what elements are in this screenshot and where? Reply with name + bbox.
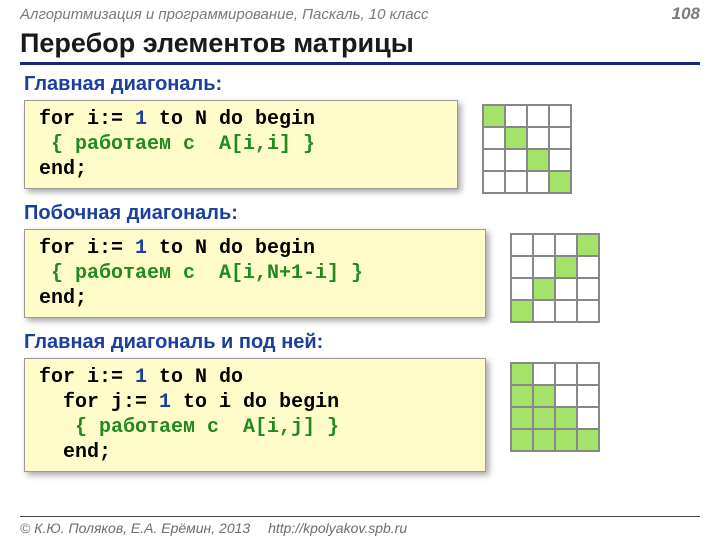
- section-lower-triangle: Главная диагональ и под ней: for i:= 1 t…: [24, 331, 700, 472]
- code-block: for i:= 1 to N do begin { работаем с A[i…: [24, 229, 486, 318]
- course-title: Алгоритмизация и программирование, Паска…: [20, 6, 429, 23]
- grid-cell: [555, 385, 577, 407]
- section-label: Побочная диагональ:: [24, 202, 700, 225]
- grid-cell: [511, 256, 533, 278]
- grid-cell: [511, 234, 533, 256]
- grid-cell: [533, 407, 555, 429]
- grid-cell: [533, 256, 555, 278]
- grid-cell: [527, 171, 549, 193]
- grid-cell: [511, 385, 533, 407]
- grid-cell: [505, 127, 527, 149]
- grid-cell: [527, 149, 549, 171]
- footer-link: http://kpolyakov.spb.ru: [268, 520, 407, 536]
- grid-cell: [527, 105, 549, 127]
- grid-cell: [511, 429, 533, 451]
- grid-cell: [511, 407, 533, 429]
- grid-cell: [555, 300, 577, 322]
- grid-cell: [549, 149, 571, 171]
- section-label: Главная диагональ:: [24, 73, 700, 96]
- section-main-diagonal: Главная диагональ: for i:= 1 to N do beg…: [24, 73, 700, 194]
- grid-cell: [533, 363, 555, 385]
- grid-cell: [555, 407, 577, 429]
- code-block: for i:= 1 to N do begin { работаем с A[i…: [24, 100, 458, 189]
- matrix-grid: [510, 233, 600, 323]
- grid-cell: [511, 300, 533, 322]
- grid-cell: [505, 171, 527, 193]
- grid-cell: [555, 429, 577, 451]
- grid-cell: [511, 278, 533, 300]
- grid-cell: [533, 429, 555, 451]
- section-anti-diagonal: Побочная диагональ: for i:= 1 to N do be…: [24, 202, 700, 323]
- matrix-grid: [482, 104, 572, 194]
- grid-cell: [533, 385, 555, 407]
- grid-cell: [527, 127, 549, 149]
- grid-cell: [577, 407, 599, 429]
- page-title: Перебор элементов матрицы: [20, 28, 700, 65]
- grid-cell: [505, 105, 527, 127]
- grid-cell: [577, 300, 599, 322]
- grid-cell: [555, 363, 577, 385]
- grid-cell: [533, 278, 555, 300]
- slide-header: Алгоритмизация и программирование, Паска…: [0, 0, 720, 26]
- grid-cell: [483, 171, 505, 193]
- grid-cell: [555, 234, 577, 256]
- section-row: for i:= 1 to N do begin { работаем с A[i…: [24, 100, 700, 194]
- section-row: for i:= 1 to N do for j:= 1 to i do begi…: [24, 358, 700, 472]
- matrix-grid: [510, 362, 600, 452]
- grid-cell: [505, 149, 527, 171]
- grid-cell: [549, 105, 571, 127]
- grid-cell: [483, 105, 505, 127]
- grid-cell: [549, 127, 571, 149]
- grid-cell: [555, 256, 577, 278]
- grid-cell: [555, 278, 577, 300]
- grid-cell: [483, 149, 505, 171]
- slide-footer: © К.Ю. Поляков, Е.А. Ерёмин, 2013 http:/…: [20, 516, 700, 536]
- section-row: for i:= 1 to N do begin { работаем с A[i…: [24, 229, 700, 323]
- grid-cell: [577, 363, 599, 385]
- grid-cell: [533, 300, 555, 322]
- page-number: 108: [672, 4, 700, 24]
- copyright-text: © К.Ю. Поляков, Е.А. Ерёмин, 2013: [20, 520, 250, 536]
- grid-cell: [577, 429, 599, 451]
- grid-cell: [577, 385, 599, 407]
- grid-cell: [549, 171, 571, 193]
- grid-cell: [511, 363, 533, 385]
- grid-cell: [577, 256, 599, 278]
- grid-cell: [577, 234, 599, 256]
- section-label: Главная диагональ и под ней:: [24, 331, 700, 354]
- grid-cell: [483, 127, 505, 149]
- grid-cell: [533, 234, 555, 256]
- grid-cell: [577, 278, 599, 300]
- code-block: for i:= 1 to N do for j:= 1 to i do begi…: [24, 358, 486, 472]
